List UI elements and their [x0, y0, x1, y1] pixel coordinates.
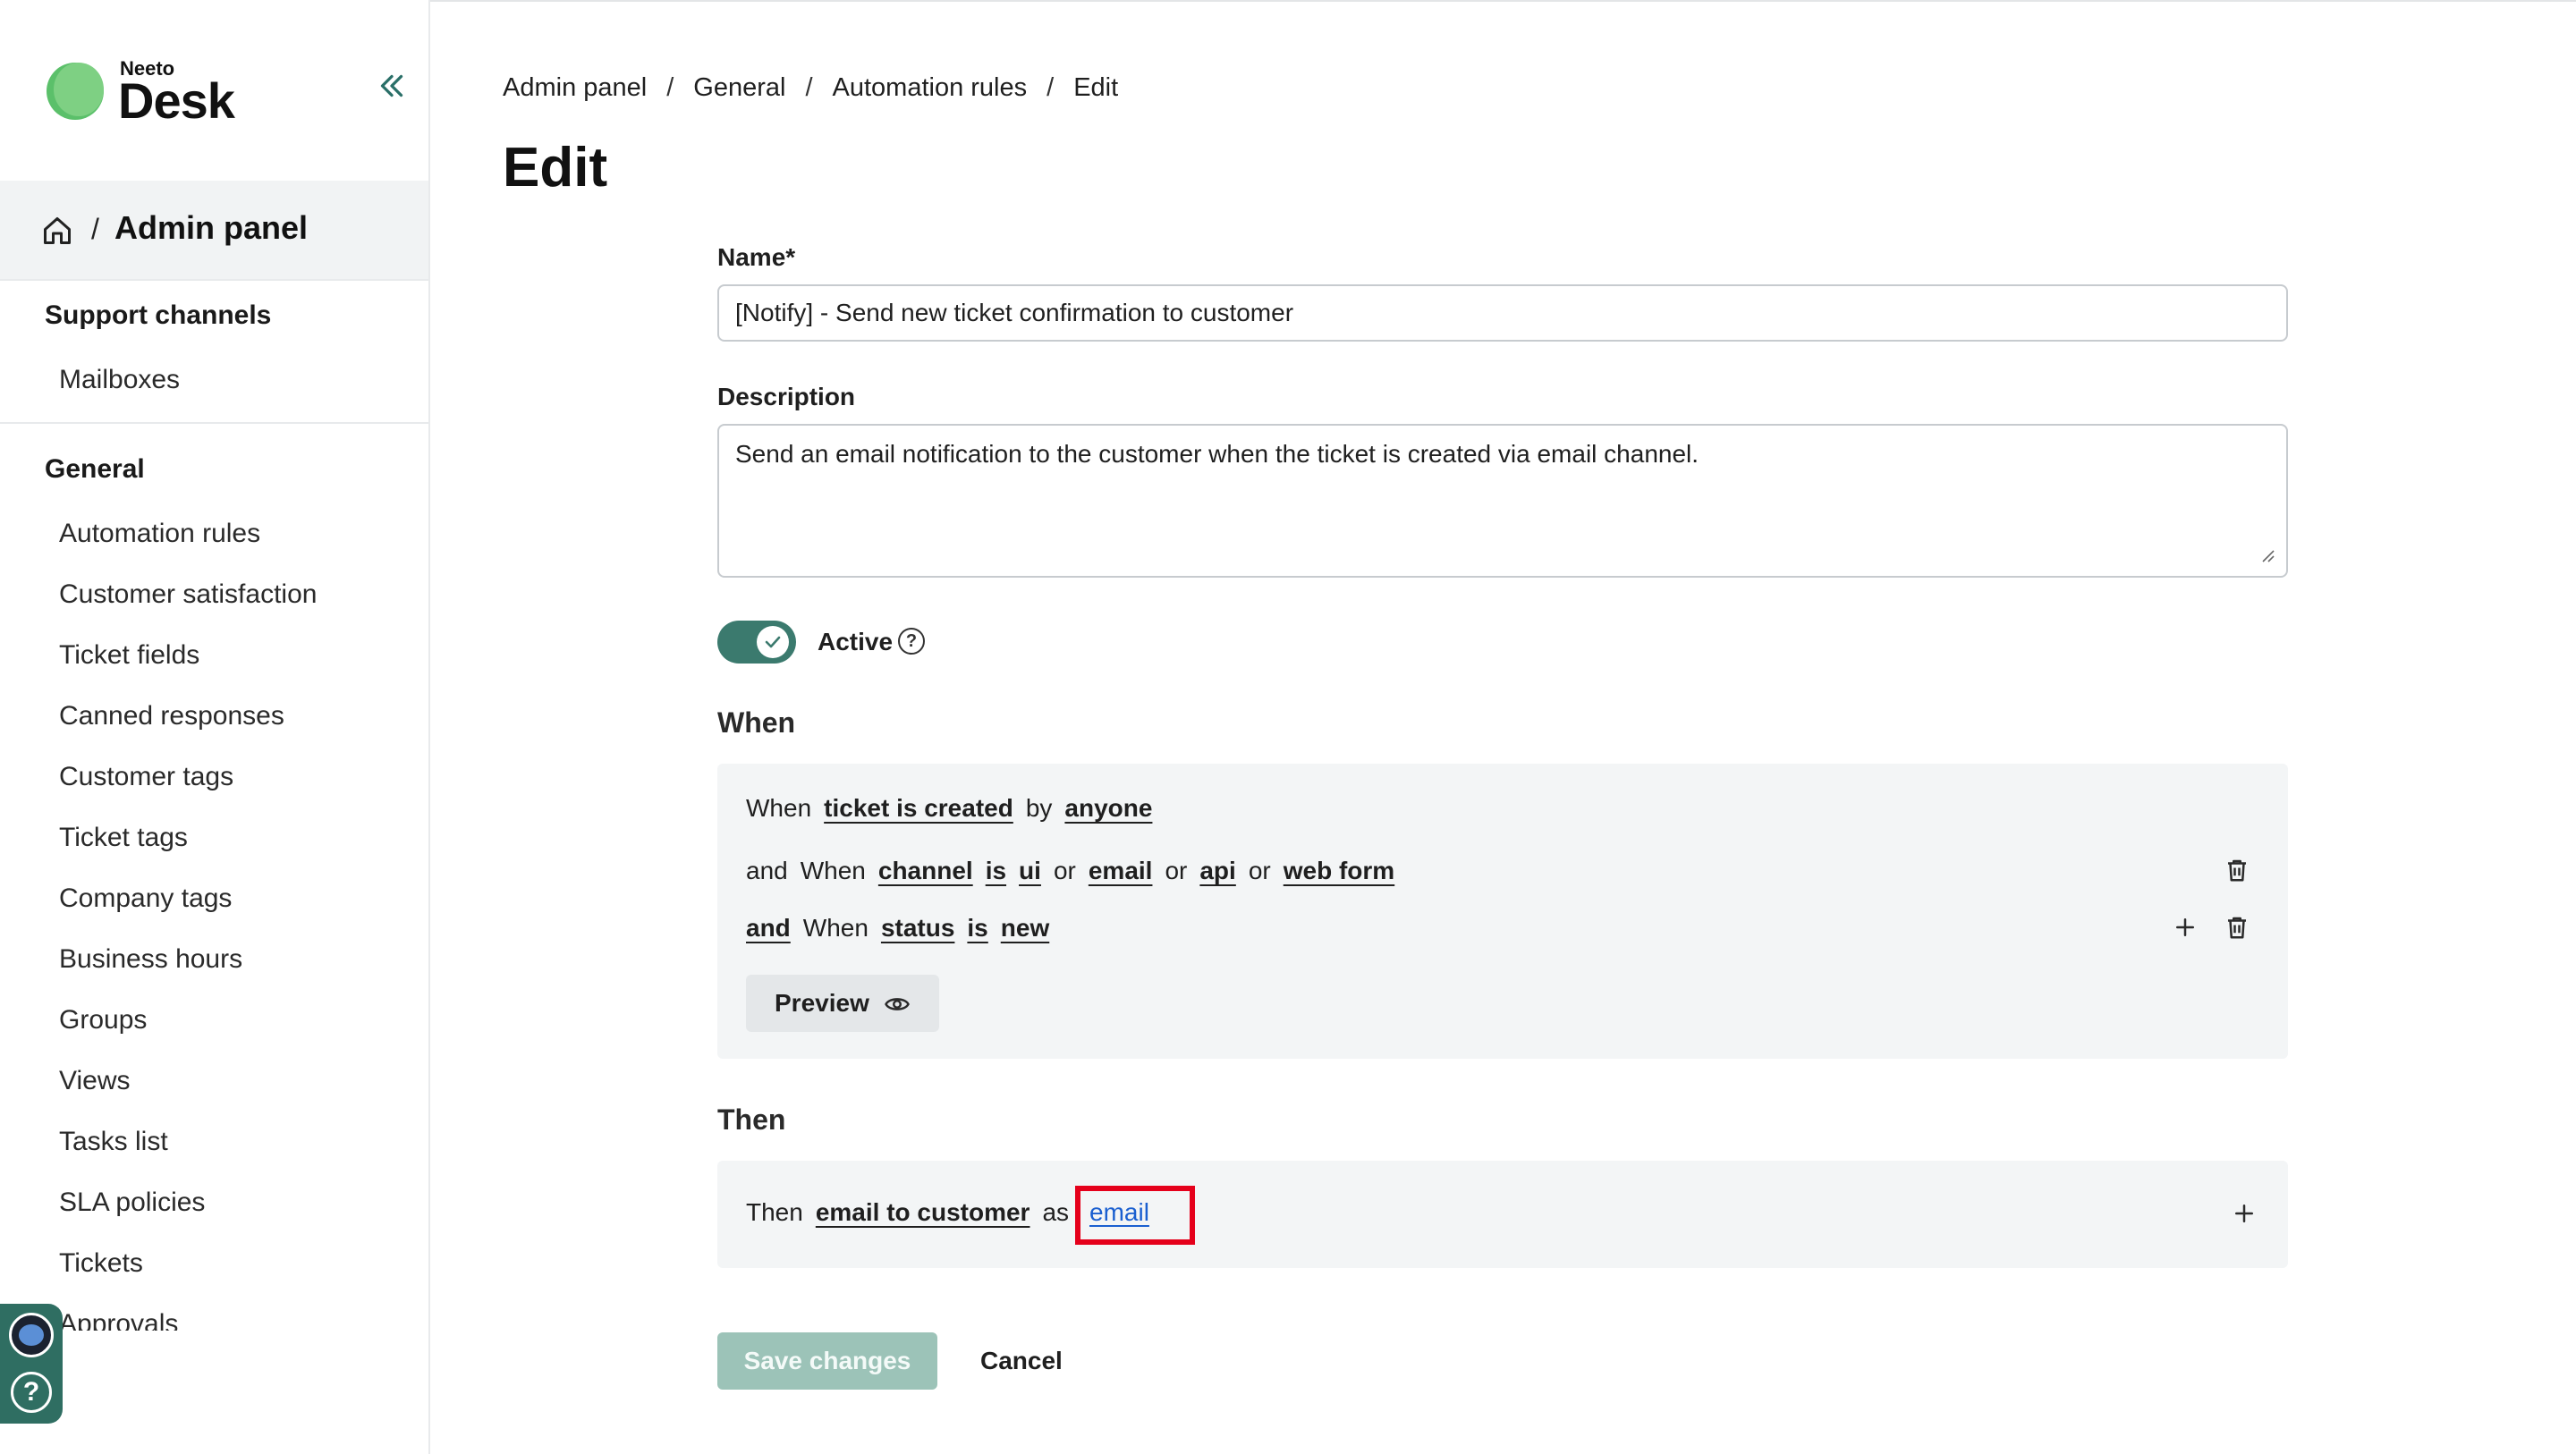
condition-by-text: by	[1025, 794, 1053, 822]
plus-icon[interactable]	[2172, 914, 2199, 941]
home-icon[interactable]	[41, 215, 73, 247]
description-label: Description	[717, 383, 856, 410]
trash-icon[interactable]	[2224, 914, 2250, 941]
sidebar-item-automation-rules[interactable]: Automation rules	[59, 519, 260, 549]
condition-row-2: and When channel is ui or email or api or web form	[746, 857, 1407, 885]
sidebar-item-groups[interactable]: Groups	[59, 1005, 147, 1036]
action-row: Then email to customer as	[746, 1198, 1081, 1227]
check-icon	[765, 636, 781, 648]
condition-when-text: When	[800, 857, 866, 884]
action-value-email-link[interactable]: email	[1089, 1198, 1149, 1227]
condition-operator-dropdown[interactable]: is	[967, 914, 987, 943]
condition-join-dropdown[interactable]: and	[746, 914, 791, 943]
name-label: Name*	[717, 243, 796, 271]
eye-icon	[885, 998, 910, 1010]
sidebar-item-ticket-fields[interactable]: Ticket fields	[59, 640, 199, 671]
question-circle-icon[interactable]: ?	[898, 628, 925, 655]
sidebar-item-sla-policies[interactable]: SLA policies	[59, 1188, 205, 1218]
breadcrumb: Admin panel / General / Automation rules / Edi…	[503, 73, 1118, 103]
save-changes-button[interactable]: Save changes	[717, 1332, 937, 1390]
condition-field-dropdown[interactable]: status	[881, 914, 954, 943]
help-icon[interactable]: ?	[11, 1372, 52, 1413]
cancel-button[interactable]: Cancel	[980, 1332, 1063, 1390]
sidebar-item-mailboxes[interactable]: Mailboxes	[59, 365, 180, 395]
plus-icon[interactable]	[2231, 1200, 2258, 1227]
breadcrumb-general[interactable]: General	[693, 73, 785, 103]
name-field[interactable]	[717, 284, 2288, 342]
neeto-desk-logo[interactable]: Neeto Desk	[47, 55, 261, 132]
condition-value-api[interactable]: api	[1199, 857, 1235, 885]
condition-value-email[interactable]: email	[1089, 857, 1153, 885]
sidebar-item-customer-satisfaction[interactable]: Customer satisfaction	[59, 579, 317, 610]
sidebar-heading-general: General	[45, 454, 145, 484]
preview-button-label: Preview	[775, 989, 869, 1017]
condition-or-text: or	[1248, 857, 1271, 884]
admin-panel-title: Admin panel	[114, 209, 309, 246]
breadcrumb-automation-rules[interactable]: Automation rules	[833, 73, 1028, 103]
sidebar-item-tasks-list[interactable]: Tasks list	[59, 1127, 168, 1157]
action-as-text: as	[1042, 1198, 1070, 1226]
condition-row-1: When ticket is created by anyone	[746, 794, 1165, 823]
user-avatar[interactable]	[9, 1313, 54, 1357]
description-field[interactable]: Send an email notification to the custom…	[717, 424, 2288, 578]
condition-when-text: When	[802, 914, 869, 942]
sidebar-item-views[interactable]: Views	[59, 1066, 130, 1096]
action-type-dropdown[interactable]: email to customer	[816, 1198, 1030, 1227]
sidebar-item-approvals[interactable]: Approvals	[59, 1309, 178, 1331]
condition-or-text: or	[1165, 857, 1188, 884]
logo-brand-name: Desk	[118, 72, 235, 129]
active-toggle[interactable]	[717, 621, 796, 664]
condition-when-text: When	[746, 794, 812, 822]
condition-or-text: or	[1053, 857, 1076, 884]
breadcrumb-separator: /	[1046, 73, 1055, 102]
sidebar: Neeto Desk / Admin panel Support channel…	[0, 0, 430, 1454]
condition-field-dropdown[interactable]: channel	[878, 857, 973, 885]
collapse-sidebar-icon[interactable]	[376, 70, 408, 102]
then-actions-panel: Then email to customer as	[717, 1161, 2288, 1268]
condition-value-dropdown[interactable]: new	[1001, 914, 1049, 943]
sidebar-item-canned-responses[interactable]: Canned responses	[59, 701, 284, 731]
sidebar-item-company-tags[interactable]: Company tags	[59, 883, 232, 914]
when-conditions-panel: When ticket is created by anyone and When cha…	[717, 764, 2288, 1059]
condition-actor-dropdown[interactable]: anyone	[1064, 794, 1152, 823]
sidebar-item-customer-tags[interactable]: Customer tags	[59, 762, 233, 792]
condition-row-3: and When status is new	[746, 914, 1062, 943]
action-then-text: Then	[746, 1198, 803, 1226]
condition-and-text: and	[746, 857, 788, 884]
breadcrumb-separator: /	[805, 73, 813, 102]
page-title: Edit	[503, 137, 608, 199]
preview-button[interactable]: Preview	[746, 975, 939, 1032]
breadcrumb-admin-panel[interactable]: Admin panel	[503, 73, 647, 103]
breadcrumb-edit: Edit	[1073, 73, 1119, 102]
when-heading: When	[717, 706, 796, 739]
condition-operator-dropdown[interactable]: is	[986, 857, 1006, 885]
logo-mark-icon	[47, 63, 104, 120]
resize-handle-icon[interactable]	[2258, 545, 2275, 563]
condition-value-ui[interactable]: ui	[1019, 857, 1041, 885]
floating-widget: ?	[0, 1304, 63, 1424]
then-heading: Then	[717, 1103, 786, 1136]
condition-value-web-form[interactable]: web form	[1284, 857, 1394, 885]
admin-panel-header: / Admin panel	[0, 181, 428, 281]
sidebar-heading-support-channels: Support channels	[45, 300, 272, 330]
breadcrumb-separator: /	[666, 73, 674, 102]
sidebar-item-business-hours[interactable]: Business hours	[59, 944, 242, 975]
active-label: Active	[818, 628, 894, 655]
sidebar-item-ticket-tags[interactable]: Ticket tags	[59, 823, 188, 853]
trash-icon[interactable]	[2224, 857, 2250, 883]
condition-event-dropdown[interactable]: ticket is created	[824, 794, 1013, 823]
admin-breadcrumb-separator: /	[91, 213, 99, 245]
sidebar-divider	[0, 422, 428, 424]
sidebar-item-tickets[interactable]: Tickets	[59, 1248, 143, 1279]
